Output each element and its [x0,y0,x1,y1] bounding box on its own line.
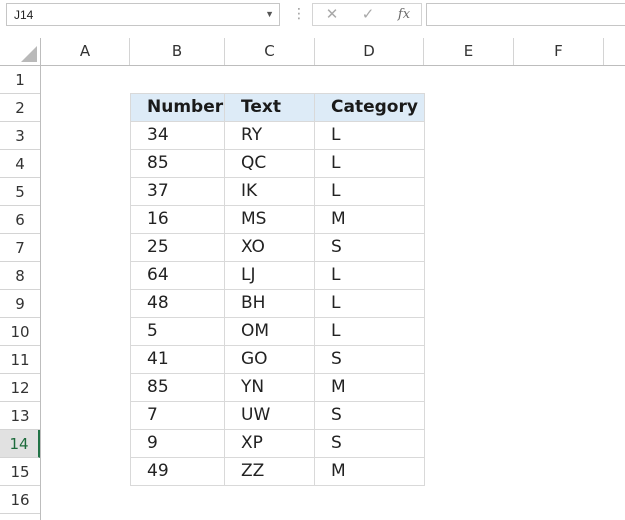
insert-function-icon[interactable]: fx [391,5,417,25]
cell-number[interactable]: 25 [131,234,225,262]
cell-text[interactable]: UW [225,402,315,430]
table-row: 34 RY L [131,122,425,150]
cell-number[interactable]: 64 [131,262,225,290]
table-row: 49 ZZ M [131,458,425,486]
cell-text[interactable]: MS [225,206,315,234]
cell-category[interactable]: L [315,262,425,290]
row-header-2[interactable]: 2 [0,94,40,122]
column-header-a[interactable]: A [41,38,130,65]
cell-category[interactable]: M [315,374,425,402]
cell-text[interactable]: OM [225,318,315,346]
cell-category[interactable]: L [315,290,425,318]
table-row: 41 GO S [131,346,425,374]
table-row: 5 OM L [131,318,425,346]
table-row: 9 XP S [131,430,425,458]
header-cell-number[interactable]: Number [131,94,225,122]
cell-number[interactable]: 16 [131,206,225,234]
name-box-value: J14 [14,8,34,22]
drag-handle-icon[interactable]: ⋮ [292,6,306,20]
cell-text[interactable]: YN [225,374,315,402]
row-header-9[interactable]: 9 [0,290,40,318]
cell-number[interactable]: 85 [131,374,225,402]
cell-text[interactable]: XP [225,430,315,458]
select-all-button[interactable] [0,38,41,65]
cell-number[interactable]: 85 [131,150,225,178]
cell-category[interactable]: M [315,458,425,486]
row-header-3[interactable]: 3 [0,122,40,150]
header-cell-category[interactable]: Category [315,94,425,122]
cell-category[interactable]: L [315,318,425,346]
select-all-triangle-icon [21,46,37,62]
cell-category[interactable]: S [315,346,425,374]
cell-number[interactable]: 5 [131,318,225,346]
worksheet-grid[interactable]: Number Text Category 34 RY L 85 QC L 37 IK L 16 MS… [41,66,625,520]
formula-bar: J14 ▼ ⋮ ✕ ✓ fx [0,0,625,38]
row-header-14-active[interactable]: 14 [0,430,40,458]
cell-category[interactable]: L [315,178,425,206]
header-cell-text[interactable]: Text [225,94,315,122]
cell-category[interactable]: S [315,402,425,430]
data-table: Number Text Category 34 RY L 85 QC L 37 IK L 16 MS… [130,93,425,486]
formula-input[interactable] [426,3,625,26]
cell-text[interactable]: XO [225,234,315,262]
cell-text[interactable]: LJ [225,262,315,290]
row-header-16[interactable]: 16 [0,486,40,514]
cell-number[interactable]: 9 [131,430,225,458]
column-header-d[interactable]: D [315,38,424,65]
cell-text[interactable]: GO [225,346,315,374]
cell-number[interactable]: 7 [131,402,225,430]
row-header-1[interactable]: 1 [0,66,40,94]
row-header-13[interactable]: 13 [0,402,40,430]
row-header-12[interactable]: 12 [0,374,40,402]
table-row: 85 YN M [131,374,425,402]
table-row: 64 LJ L [131,262,425,290]
table-row: 48 BH L [131,290,425,318]
cell-category[interactable]: S [315,234,425,262]
confirm-icon[interactable]: ✓ [355,5,381,25]
cell-text[interactable]: IK [225,178,315,206]
row-header-4[interactable]: 4 [0,150,40,178]
table-body: 34 RY L 85 QC L 37 IK L 16 MS M 25 XO S 64 LJ L 48 BH L 5 OM L 4… [131,122,425,486]
cell-number[interactable]: 34 [131,122,225,150]
column-header-c[interactable]: C [225,38,315,65]
row-header-5[interactable]: 5 [0,178,40,206]
chevron-down-icon[interactable]: ▼ [265,9,274,19]
cell-category[interactable]: S [315,430,425,458]
row-header-6[interactable]: 6 [0,206,40,234]
cell-text[interactable]: RY [225,122,315,150]
table-header-row: Number Text Category [131,94,425,122]
column-header-row: A B C D E F [0,38,625,66]
column-header-f[interactable]: F [514,38,604,65]
row-header-column: 1 2 3 4 5 6 7 8 9 10 11 12 13 14 15 16 [0,66,41,520]
cancel-icon[interactable]: ✕ [319,5,345,25]
name-box[interactable]: J14 ▼ [6,3,280,26]
cell-number[interactable]: 37 [131,178,225,206]
row-header-7[interactable]: 7 [0,234,40,262]
cell-text[interactable]: BH [225,290,315,318]
row-header-10[interactable]: 10 [0,318,40,346]
cell-text[interactable]: ZZ [225,458,315,486]
table-row: 16 MS M [131,206,425,234]
table-row: 7 UW S [131,402,425,430]
formula-buttons: ✕ ✓ fx [312,3,422,26]
table-row: 25 XO S [131,234,425,262]
row-header-15[interactable]: 15 [0,458,40,486]
column-header-b[interactable]: B [130,38,225,65]
row-header-11[interactable]: 11 [0,346,40,374]
cell-text[interactable]: QC [225,150,315,178]
cell-number[interactable]: 49 [131,458,225,486]
table-row: 85 QC L [131,150,425,178]
row-header-8[interactable]: 8 [0,262,40,290]
table-row: 37 IK L [131,178,425,206]
cell-number[interactable]: 41 [131,346,225,374]
cell-number[interactable]: 48 [131,290,225,318]
column-header-e[interactable]: E [424,38,514,65]
cell-category[interactable]: L [315,150,425,178]
cell-category[interactable]: L [315,122,425,150]
cell-category[interactable]: M [315,206,425,234]
